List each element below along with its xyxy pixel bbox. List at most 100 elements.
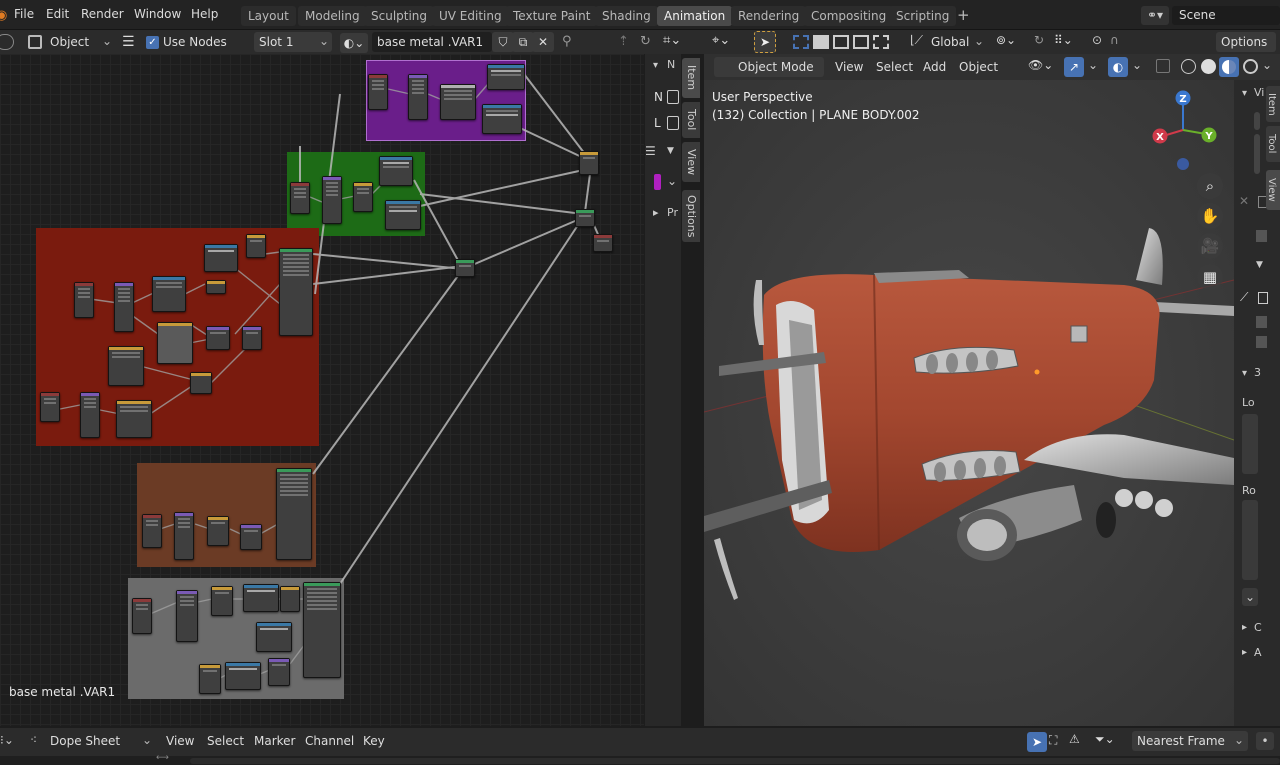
node-gray-10[interactable] [268, 658, 290, 686]
tab-viewport-item[interactable]: Item [1266, 86, 1280, 122]
tab-shading[interactable]: Shading [595, 6, 658, 26]
sidebar-checkbox[interactable] [1256, 316, 1267, 328]
expand-arrow-icon[interactable]: ▼ [667, 146, 674, 156]
node-red-14[interactable] [80, 392, 100, 438]
fake-user-shield-icon[interactable]: ⛉ [492, 32, 514, 52]
sidebar-scroll-handle[interactable] [1254, 134, 1260, 174]
eyedropper-icon[interactable]: ⟋ [1240, 290, 1248, 305]
overlays-toggle-icon[interactable]: ◐ [1108, 57, 1128, 77]
list-icon[interactable]: ☰ [645, 144, 656, 158]
node-brown-1[interactable] [142, 514, 162, 548]
menu-view[interactable]: View [161, 731, 199, 751]
show-hidden-icon[interactable]: ⛶ [1049, 733, 1057, 748]
menu-window[interactable]: Window [134, 7, 181, 21]
sidebar-checkbox[interactable] [1256, 230, 1267, 242]
falloff-icon[interactable]: ∩ [1110, 33, 1119, 47]
node-purple-1[interactable] [368, 74, 388, 110]
node-red-2[interactable] [114, 282, 134, 332]
menu-channel[interactable]: Channel [300, 731, 359, 751]
tab-compositing[interactable]: Compositing [804, 6, 894, 26]
node-red-9[interactable] [108, 346, 144, 386]
node-gray-5[interactable] [280, 586, 300, 612]
node-red-11[interactable] [242, 326, 262, 350]
tab-item[interactable]: Item [682, 58, 700, 98]
panel-arrow-icon[interactable]: ▾ [1242, 368, 1247, 379]
menu-select[interactable]: Select [202, 731, 249, 751]
node-mix-1[interactable] [579, 151, 599, 175]
add-workspace-button[interactable]: + [957, 6, 970, 24]
node-gray-3[interactable] [211, 586, 233, 616]
object-mode-dropdown[interactable]: Object Mode [714, 57, 824, 77]
rotation-mode-dropdown[interactable]: ⌄ [1242, 588, 1258, 606]
material-name-field[interactable]: base metal .VAR1 [372, 32, 492, 52]
material-shading-icon[interactable] [1219, 57, 1239, 77]
node-green-4[interactable] [379, 156, 413, 186]
panel-collapsed-arrow-icon[interactable]: ▸ [1242, 647, 1247, 658]
menu-marker[interactable]: Marker [249, 731, 300, 751]
pivot-point-icon[interactable]: ⊚⌄ [996, 33, 1016, 47]
menu-view[interactable]: View [830, 57, 868, 77]
blender-logo-icon[interactable]: ◉ [0, 8, 7, 23]
node-gray-7[interactable] [303, 582, 341, 678]
menu-object[interactable]: Object [954, 57, 1003, 77]
node-gray-4[interactable] [243, 584, 279, 612]
node-red-3[interactable] [152, 276, 186, 312]
node-mix-3[interactable] [575, 209, 595, 227]
node-red-1[interactable] [74, 282, 94, 318]
only-selected-icon[interactable]: ➤ [1027, 732, 1047, 752]
node-gray-9[interactable] [225, 662, 261, 690]
node-red-13[interactable] [40, 392, 60, 422]
node-red-12[interactable] [190, 372, 212, 394]
dope-sheet-mode-dropdown[interactable]: Dope Sheet [45, 731, 125, 751]
scene-selector-icon[interactable]: ⚭▾ [1141, 6, 1169, 25]
node-red-4[interactable] [157, 322, 193, 364]
node-purple-5[interactable] [482, 104, 522, 134]
tab-options[interactable]: Options [682, 190, 700, 242]
node-brown-2[interactable] [174, 512, 194, 560]
tab-layout[interactable]: Layout [241, 6, 296, 26]
tab-sculpting[interactable]: Sculpting [364, 6, 435, 26]
tab-viewport-view[interactable]: View [1266, 170, 1280, 210]
node-red-5[interactable] [204, 244, 238, 272]
snap-grid-icon[interactable]: ⠿⌄ [1054, 33, 1073, 47]
node-red-6[interactable] [206, 280, 226, 294]
chevron-down-icon[interactable]: ⌄ [1088, 58, 1098, 72]
chevron-down-icon[interactable]: ⌄ [667, 174, 677, 188]
select-difference-icon[interactable] [853, 35, 869, 49]
menu-add[interactable]: Add [918, 57, 951, 77]
tab-scripting[interactable]: Scripting [889, 6, 957, 26]
snapping-mode-dropdown[interactable]: Nearest Frame [1132, 731, 1248, 751]
select-intersect-icon[interactable] [873, 35, 889, 49]
rendered-shading-icon[interactable] [1243, 59, 1258, 74]
node-green-5[interactable] [385, 200, 421, 230]
tab-texture-paint[interactable]: Texture Paint [506, 6, 598, 26]
material-output-node[interactable] [593, 234, 613, 252]
node-purple-3[interactable] [440, 84, 476, 120]
node-brown-3[interactable] [207, 516, 229, 546]
tab-view[interactable]: View [682, 142, 700, 182]
proportional-editing-icon[interactable]: ⊙ [1092, 33, 1102, 47]
hamburger-menu-icon[interactable]: ☰ [122, 34, 135, 50]
node-purple-2[interactable] [408, 74, 428, 120]
node-brown-4[interactable] [240, 524, 262, 550]
location-field[interactable] [1242, 414, 1258, 474]
node-purple-4[interactable] [487, 64, 525, 90]
parent-node-tree-icon[interactable]: ⇡ [618, 34, 629, 49]
menu-select[interactable]: Select [871, 57, 918, 77]
snap-grid-icon[interactable]: ⌗⌄ [663, 33, 681, 48]
node-gray-6[interactable] [256, 622, 292, 652]
grid-perspective-icon[interactable]: ▦ [1197, 264, 1223, 290]
zoom-icon[interactable]: ⌕ [1197, 173, 1223, 199]
xray-toggle-icon[interactable] [1156, 59, 1170, 73]
shader-type-dropdown[interactable]: Object [45, 32, 94, 52]
node-gray-8[interactable] [199, 664, 221, 694]
only-errors-icon[interactable]: ⚠ [1069, 732, 1080, 746]
node-green-2[interactable] [322, 176, 342, 224]
select-tool-icon[interactable]: ➤ [754, 31, 776, 53]
properties-panel-toggle[interactable]: ▸ [653, 206, 659, 219]
menu-render[interactable]: Render [81, 7, 124, 21]
node-green-1[interactable] [290, 182, 310, 214]
editor-type-3d-icon[interactable]: ⌖⌄ [712, 33, 730, 48]
sidebar-box[interactable] [1258, 292, 1268, 304]
snapping-icon[interactable]: ↻ [1034, 33, 1044, 47]
